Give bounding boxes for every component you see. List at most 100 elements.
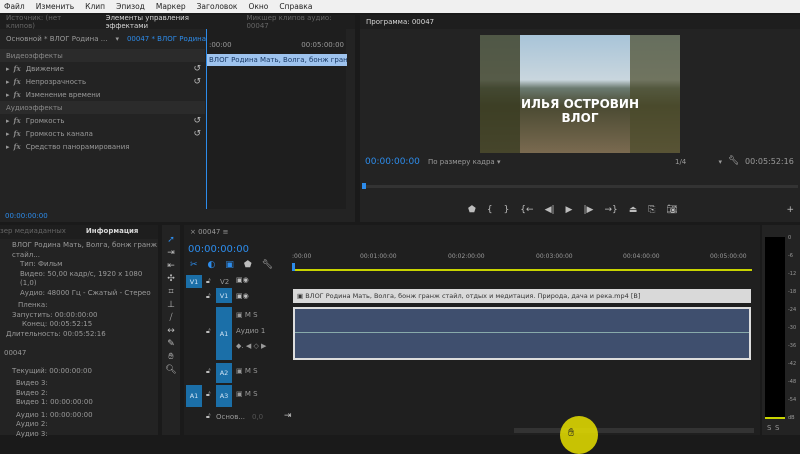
- track-v2[interactable]: V2: [220, 278, 229, 286]
- resolution-select[interactable]: 1/4 ▾: [675, 158, 722, 166]
- master-volume[interactable]: 0,0: [252, 413, 263, 421]
- solo-right[interactable]: S: [775, 424, 779, 432]
- fit-icon[interactable]: ⇥: [284, 411, 292, 421]
- rolling-edit-tool-icon[interactable]: ✣: [167, 274, 175, 284]
- a3-mute-solo[interactable]: ▣ M S: [236, 390, 258, 398]
- hand-tool-icon[interactable]: ✋︎: [168, 352, 173, 362]
- menu-clip[interactable]: Клип: [85, 2, 105, 11]
- slip-tool-icon[interactable]: ⧸: [169, 313, 172, 323]
- sequence-select[interactable]: 00047 * ВЛОГ Родина ...: [127, 35, 215, 43]
- audio1-name: Аудио 1: [236, 327, 266, 335]
- tools-panel: ➚ ⇥ ⇤ ✣ ⌗ ⊥ ⧸ ↔ ✎ ✋︎ 🔍︎: [162, 225, 180, 435]
- selection-tool-icon[interactable]: ➚: [167, 235, 175, 245]
- linked-selection-icon[interactable]: ◐: [208, 260, 216, 270]
- track-a3[interactable]: A3: [216, 385, 232, 407]
- master-track: Основ...: [216, 413, 246, 421]
- eye-icon[interactable]: ▣◉: [236, 276, 249, 284]
- lock-icon: 🔓︎: [206, 390, 211, 398]
- razor-tool-icon[interactable]: ⊥: [167, 300, 175, 310]
- pen-tool-icon[interactable]: ✎: [167, 339, 175, 349]
- time-ruler[interactable]: :00:00 00:01:00:00 00:02:00:00 00:03:00:…: [292, 253, 760, 265]
- mark-in-icon[interactable]: {: [487, 205, 493, 215]
- effect-motion[interactable]: ▸ fx Движение ↺: [0, 62, 205, 75]
- lock-icon: 🔓︎: [206, 277, 211, 285]
- timeline-scrollbar[interactable]: [514, 428, 754, 433]
- keyframe-nav[interactable]: ◆. ◀ ◇ ▶: [236, 342, 266, 350]
- lock-icon: 🔓︎: [206, 412, 211, 420]
- step-forward-icon[interactable]: |▶: [583, 205, 593, 215]
- effect-panner[interactable]: ▸ fx Средство панорамирования: [0, 140, 205, 153]
- insert-icon[interactable]: ▣: [225, 260, 234, 270]
- lock-icon: 🔓︎: [206, 292, 211, 300]
- marker-icon[interactable]: ⬟: [244, 260, 252, 270]
- rate-stretch-tool-icon[interactable]: ⌗: [168, 287, 173, 297]
- source-a1-toggle[interactable]: A1: [186, 385, 202, 407]
- export-frame-icon[interactable]: 📷︎: [666, 205, 677, 215]
- track-a1[interactable]: A1: [216, 307, 232, 360]
- tab-media-browser[interactable]: зер медиаданных: [0, 227, 66, 237]
- zoom-tool-icon[interactable]: 🔍︎: [165, 365, 176, 375]
- info-sequence: 00047: [4, 349, 27, 357]
- add-marker-icon[interactable]: ⬟: [468, 205, 476, 215]
- reset-icon: ↺: [193, 76, 201, 87]
- menu-marker[interactable]: Маркер: [156, 2, 186, 11]
- mark-out-icon[interactable]: }: [504, 205, 510, 215]
- play-icon[interactable]: ▶: [566, 205, 573, 215]
- extract-icon[interactable]: ⎘: [648, 205, 655, 215]
- source-select[interactable]: Основной * ВЛОГ Родина ...: [6, 35, 107, 43]
- hand-cursor-icon: ✋︎: [568, 426, 575, 439]
- step-back-icon[interactable]: ◀|: [545, 205, 555, 215]
- menu-title[interactable]: Заголовок: [197, 2, 238, 11]
- effects-timeline[interactable]: :00:00 00:05:00:00 ВЛОГ Родина Мать, Вол…: [206, 29, 347, 209]
- tab-effect-controls[interactable]: Элементы управления эффектами: [106, 14, 233, 30]
- ripple-edit-tool-icon[interactable]: ⇤: [167, 261, 175, 271]
- cursor-highlight: [560, 416, 598, 454]
- lock-icon: 🔓︎: [206, 327, 211, 335]
- effect-volume[interactable]: ▸ fx Громкость ↺: [0, 114, 205, 127]
- audio-meter: 0 -6 -12 -18 -24 -30 -36 -42 -48 -54 dB S S: [762, 225, 800, 435]
- fit-select[interactable]: По размеру кадра ▾: [428, 158, 500, 166]
- snap-icon[interactable]: ✂: [190, 260, 198, 270]
- effect-time-remap[interactable]: ▸ fx Изменение времени: [0, 88, 205, 101]
- tab-info[interactable]: Информация: [86, 227, 139, 237]
- menu-file[interactable]: Файл: [4, 2, 25, 11]
- track-v1[interactable]: V1: [216, 288, 232, 303]
- effect-opacity[interactable]: ▸ fx Непрозрачность ↺: [0, 75, 205, 88]
- eye-icon[interactable]: ▣◉: [236, 292, 249, 300]
- menu-sequence[interactable]: Эпизод: [116, 2, 145, 11]
- timeline-timecode[interactable]: 00:00:00:00: [188, 244, 249, 255]
- program-title: Программа: 00047: [366, 18, 435, 26]
- tab-source[interactable]: Источник: (нет клипов): [6, 14, 92, 30]
- audio-clip[interactable]: [293, 307, 751, 360]
- program-scrubber[interactable]: [362, 183, 798, 189]
- timeline-tab[interactable]: × 00047 ≡: [190, 228, 228, 236]
- lift-icon[interactable]: ⏏: [629, 205, 638, 215]
- tab-audio-mixer[interactable]: Микшер клипов аудио: 00047: [246, 14, 355, 30]
- timeline-settings-icon[interactable]: 🔧︎: [262, 260, 273, 270]
- menu-edit[interactable]: Изменить: [36, 2, 74, 11]
- program-timecode[interactable]: 00:00:00:00: [365, 157, 420, 167]
- meter-bar: [765, 237, 785, 419]
- track-a2[interactable]: A2: [216, 363, 232, 383]
- work-area-bar[interactable]: [292, 269, 752, 271]
- effects-timecode[interactable]: 00:00:00:00: [5, 212, 48, 220]
- overlay-title: ИЛЬЯ ОСТРОВИН: [521, 97, 639, 111]
- a2-mute-solo[interactable]: ▣ M S: [236, 367, 258, 375]
- go-to-out-icon[interactable]: →}: [604, 205, 617, 215]
- video-frame: ИЛЬЯ ОСТРОВИН ВЛОГ: [480, 35, 680, 153]
- add-button-icon[interactable]: +: [786, 205, 794, 215]
- video-clip[interactable]: ▣ ВЛОГ Родина Мать, Волга, бонж гранж ст…: [293, 289, 751, 303]
- slide-tool-icon[interactable]: ↔: [167, 326, 175, 336]
- a1-mute-solo[interactable]: ▣ M S: [236, 311, 258, 319]
- track-select-tool-icon[interactable]: ⇥: [167, 248, 175, 258]
- source-v1-toggle[interactable]: V1: [186, 275, 202, 288]
- solo-left[interactable]: S: [767, 424, 771, 432]
- timeline-panel: × 00047 ≡ 00:00:00:00 ✂ ◐ ▣ ⬟ 🔧︎ :00:00 …: [184, 225, 760, 435]
- effect-channel-volume[interactable]: ▸ fx Громкость канала ↺: [0, 127, 205, 140]
- go-to-in-icon[interactable]: {←: [520, 205, 533, 215]
- video-effects-header: Видеоэффекты: [0, 49, 205, 62]
- playhead[interactable]: [292, 263, 295, 271]
- menu-window[interactable]: Окно: [248, 2, 268, 11]
- wrench-icon[interactable]: 🔧︎: [728, 156, 739, 166]
- menu-help[interactable]: Справка: [279, 2, 312, 11]
